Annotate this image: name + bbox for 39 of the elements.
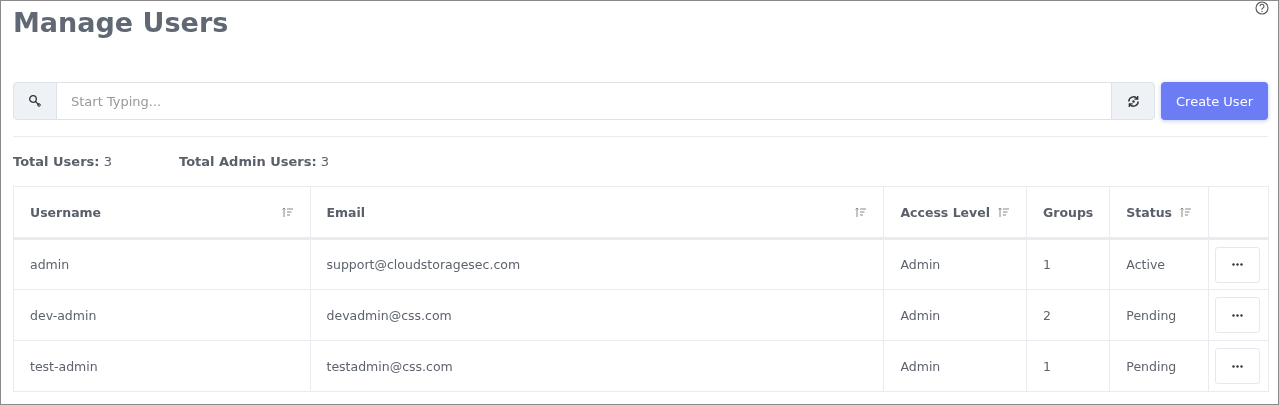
table-cell: support@cloudstoragesec.com (310, 238, 884, 290)
sort-icon[interactable] (281, 206, 294, 218)
table-cell: Pending (1109, 289, 1209, 341)
table-cell: admin (13, 238, 310, 290)
more-button[interactable] (1215, 246, 1261, 283)
search-icon (28, 94, 42, 108)
total-count: Total Users: 3 (13, 154, 113, 169)
table-cell: test-admin (13, 340, 310, 392)
help-icon[interactable] (1255, 1, 1269, 15)
table-cell: Admin (883, 340, 1027, 392)
more-icon (1232, 313, 1244, 317)
sort-icon[interactable] (855, 206, 868, 218)
column-label: Username (30, 204, 102, 220)
total-count: Total Admin Users: 3 (179, 154, 331, 169)
table-cell: Active (1109, 238, 1209, 290)
column-label: Status (1126, 204, 1173, 220)
refresh-icon (1126, 94, 1140, 108)
sort-icon[interactable] (1180, 206, 1193, 218)
page-title: Manage Users (13, 6, 229, 40)
table-cell: Admin (883, 238, 1027, 290)
search-field[interactable]: Start Typing... (57, 82, 1111, 120)
sort-icon[interactable] (998, 206, 1010, 218)
table-cell: 2 (1026, 289, 1110, 341)
table-cell: Pending (1109, 340, 1209, 392)
more-button[interactable] (1215, 348, 1261, 384)
column-label: Groups (1043, 204, 1094, 220)
table-cell: devadmin@css.com (310, 289, 884, 341)
more-icon (1232, 263, 1244, 266)
column-label: Access Level (900, 204, 990, 220)
table-cell: 1 (1026, 238, 1110, 290)
column-label: Email (326, 204, 366, 220)
table-cell: 1 (1026, 340, 1110, 392)
more-icon (1232, 364, 1244, 368)
table-cell: testadmin@css.com (310, 340, 884, 392)
more-button[interactable] (1215, 297, 1261, 333)
create-user-button[interactable]: Create User (1161, 82, 1268, 120)
table-cell: Admin (883, 289, 1027, 341)
refresh-button[interactable] (1111, 82, 1155, 120)
table-cell: dev-admin (13, 289, 310, 341)
